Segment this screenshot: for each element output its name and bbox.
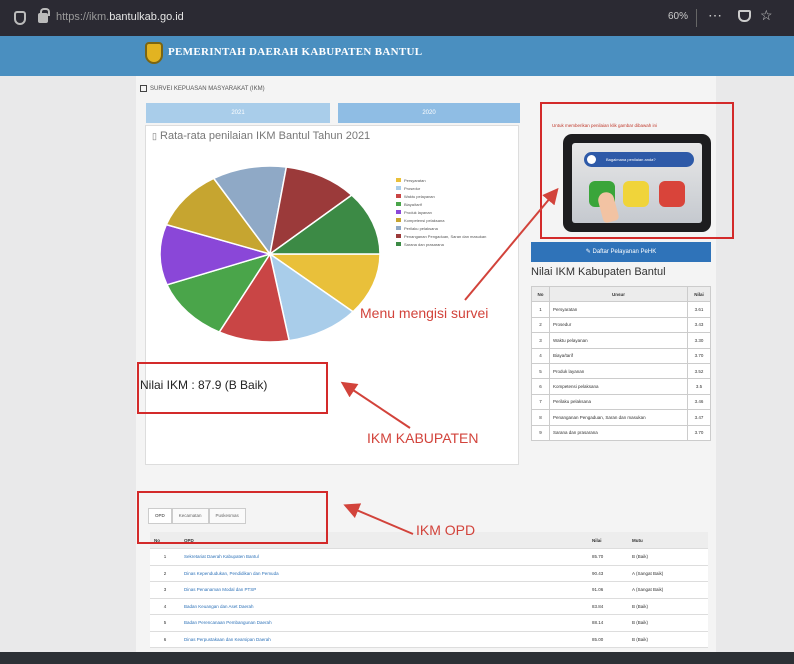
- os-taskbar: [0, 652, 794, 664]
- arrow-survey: [464, 187, 559, 301]
- annotation-arrows: [340, 187, 559, 535]
- arrow-opd: [343, 503, 414, 535]
- arrow-kabupaten: [340, 381, 411, 429]
